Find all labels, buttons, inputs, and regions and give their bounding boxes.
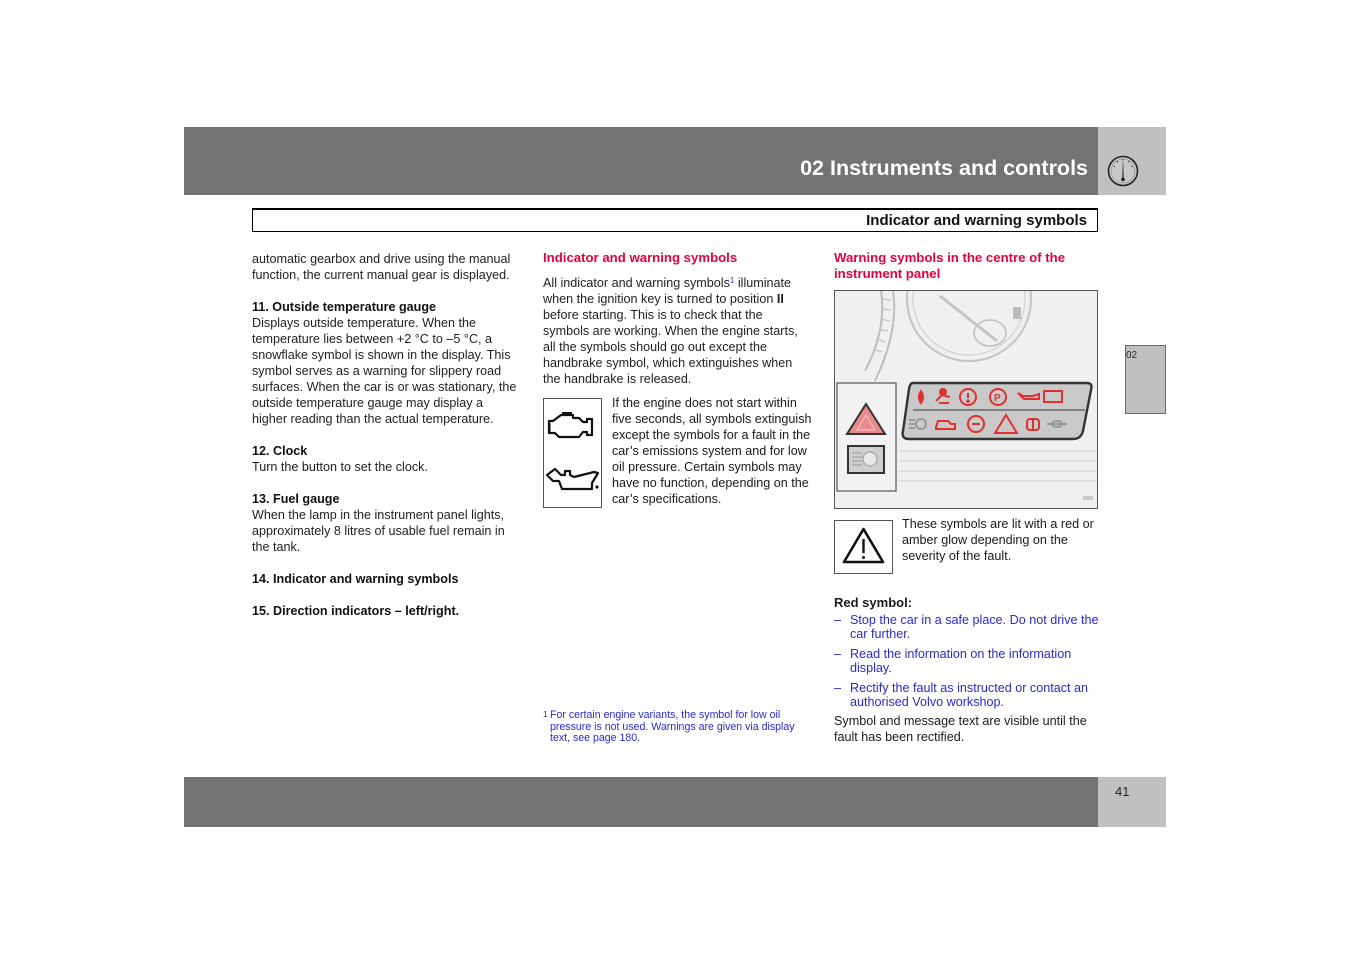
dash-bullet: – (834, 647, 842, 661)
warning-triangle-box (834, 520, 893, 574)
instrument-panel-warning-symbols-illustration: P (834, 290, 1098, 509)
footnote-reference[interactable]: 1 (730, 276, 734, 285)
step-item: – Stop the car in a safe place. Do not dr… (834, 613, 1100, 641)
item-heading-fuel-gauge: 13. Fuel gauge (252, 492, 340, 506)
ignition-check-paragraph: All indicator and warning symbols1 illum… (543, 275, 811, 387)
item-body-fuel-gauge: When the lamp in the instrument panel li… (252, 508, 505, 554)
item-heading-clock: 12. Clock (252, 444, 308, 458)
para-text: before starting. This is to check that t… (543, 308, 798, 386)
step-text: Stop the car in a safe place. Do not dri… (850, 613, 1099, 641)
warning-triangle-icon (842, 527, 885, 564)
item-heading-outside-temperature: 11. Outside temperature gauge (252, 300, 437, 314)
page-number: 41 (1115, 784, 1130, 799)
step-text: Read the information on the information … (850, 647, 1072, 675)
headlight-icon (847, 445, 885, 474)
column-left: automatic gearbox and drive using the ma… (252, 251, 520, 619)
chapter-header-band: 02 Instruments and controls (184, 127, 1098, 195)
hazard-headlight-box (836, 382, 897, 492)
speedometer-gauge-icon (1107, 155, 1139, 187)
footer-band (184, 777, 1098, 827)
dash-bullet: – (834, 613, 842, 627)
closing-paragraph: Symbol and message text are visible unti… (834, 714, 1087, 744)
column-right: Warning symbols in the centre of the ins… (834, 250, 1100, 282)
chapter-icon-box (1098, 127, 1166, 195)
red-symbol-heading: Red symbol: (834, 595, 913, 610)
red-symbol-section: Red symbol: – Stop the car in a safe plac… (834, 595, 1100, 745)
indicator-symbols-heading: Indicator and warning symbols (543, 250, 738, 265)
section-title-bar: Indicator and warning symbols (252, 208, 1098, 232)
step-item: – Read the information on the information… (834, 647, 1100, 675)
srs-fuel-icon (918, 389, 924, 405)
footnote-number: 1 (543, 710, 548, 719)
chapter-title: 02 Instruments and controls (800, 156, 1088, 180)
column-middle: Indicator and warning symbols All indica… (543, 250, 811, 387)
centre-panel-heading: Warning symbols in the centre of the ins… (834, 250, 1066, 281)
item-body-outside-temperature: Displays outside temperature. When the t… (252, 316, 517, 426)
oil-pressure-icon (545, 467, 600, 491)
engine-check-icon (547, 412, 594, 439)
step-text: Rectify the fault as instructed or conta… (850, 681, 1089, 709)
step-item: – Rectify the fault as instructed or cont… (834, 681, 1100, 709)
footnote-text[interactable]: For certain engine variants, the symbol … (543, 709, 803, 745)
engine-oil-icon-box (543, 398, 602, 508)
svg-text:P: P (994, 393, 1001, 404)
ignition-position-label: II (776, 292, 784, 306)
warning-glow-paragraph: These symbols are lit with a red or ambe… (902, 517, 1094, 563)
chapter-side-tab[interactable]: 02 (1125, 345, 1166, 414)
para-text: All indicator and warning symbols (543, 276, 730, 290)
instrument-panel-drawing: P (836, 291, 1097, 500)
page-number-box: 41 (1098, 777, 1166, 827)
section-title: Indicator and warning symbols (866, 212, 1087, 229)
engine-start-paragraph: If the engine does not start within five… (612, 396, 812, 506)
item-heading-direction-indicators: 15. Direction indicators – left/right. (252, 604, 460, 618)
chapter-tab-label: 02 (1126, 350, 1138, 361)
red-symbol-steps: – Stop the car in a safe place. Do not dr… (834, 613, 1100, 709)
footnote: 1 For certain engine variants, the symbo… (543, 709, 803, 745)
item-heading-warning-symbols: 14. Indicator and warning symbols (252, 572, 459, 586)
dash-bullet: – (834, 681, 842, 695)
item-body-clock: Turn the button to set the clock. (252, 460, 428, 474)
intro-paragraph: automatic gearbox and drive using the ma… (252, 252, 511, 282)
